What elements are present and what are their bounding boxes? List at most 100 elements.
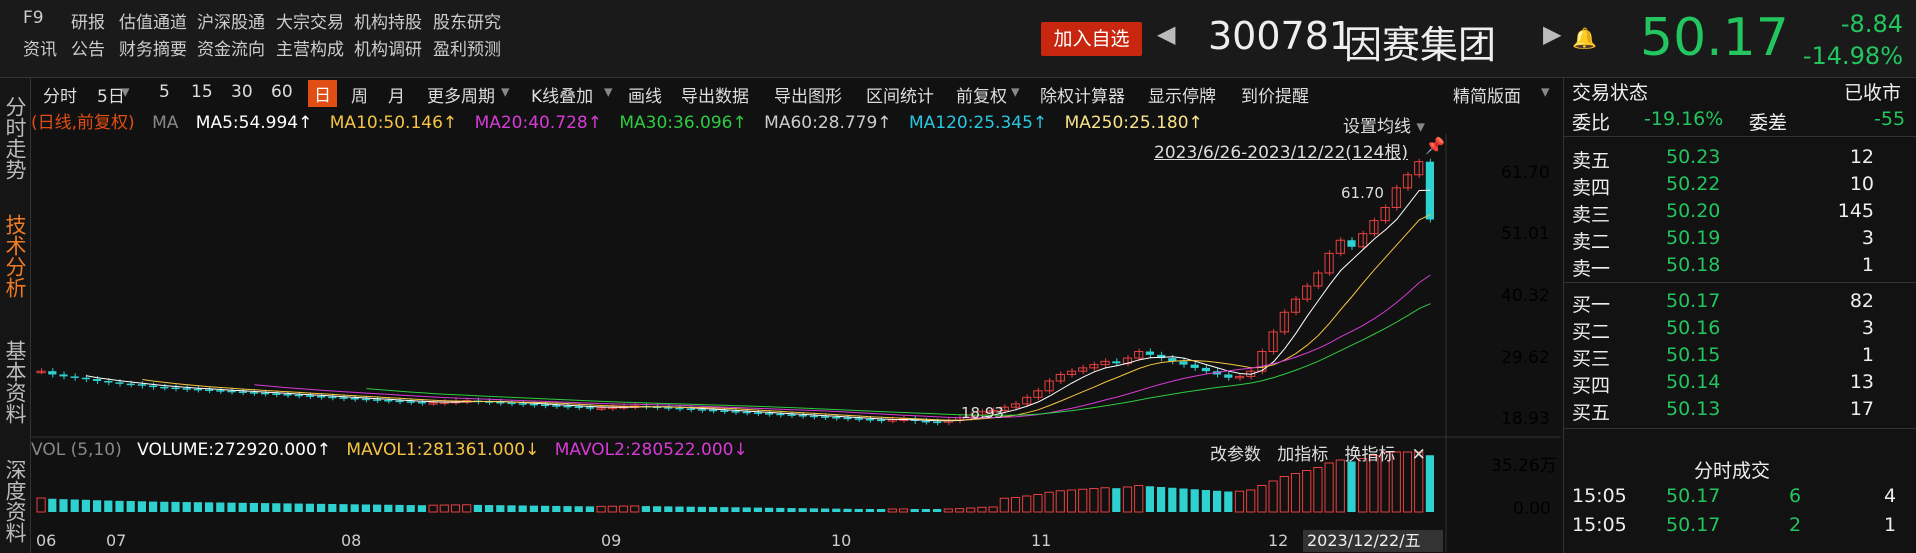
show-suspension-button[interactable]: 显示停牌 [1148,82,1216,107]
volume-bar [439,504,449,513]
volume-bar [496,505,505,512]
nav-research-visit[interactable]: 机构调研 [354,35,422,60]
bid5-price: 50.13 [1666,398,1721,420]
candle [1279,311,1289,333]
nav-f9[interactable]: F9 [23,8,44,28]
candle [1055,373,1065,382]
period-day[interactable]: 日 [308,80,337,107]
volume-bar [1134,485,1144,513]
nav-block-trade[interactable]: 大宗交易 [276,8,344,33]
nav-research[interactable]: 研报 [71,8,105,33]
more-periods-menu[interactable]: 更多周期 [427,82,495,107]
commission-diff-value: -55 [1874,108,1906,130]
volume-bar [485,505,494,512]
candle [70,376,79,378]
nav-hk-connect[interactable]: 沪深股通 [197,8,265,33]
dropdown-icon[interactable]: ▾ [1011,82,1020,102]
edit-params-button[interactable]: 改参数 [1210,445,1261,465]
ma-label: MA [152,113,179,133]
nav-business[interactable]: 主营构成 [276,35,344,60]
volume-bar [1112,488,1121,512]
kline-overlay-menu[interactable]: K线叠加 [531,82,593,107]
dropdown-icon[interactable]: ▾ [501,82,510,102]
candle [305,395,314,397]
add-watchlist-button[interactable]: 加入自选 [1041,22,1142,56]
close-icon[interactable]: ✕ [1412,445,1426,465]
candle [1112,361,1121,364]
candle [328,396,337,399]
tab-deep-info[interactable]: 深度资料 [0,448,30,553]
volume-bar [1157,487,1166,512]
volume-bar [1066,489,1077,513]
ma10-line [142,214,1431,421]
nav-finance[interactable]: 财务摘要 [119,35,187,60]
kline-chart[interactable]: 61.70 51.01 40.32 29.62 18.93 61.70 18.9… [31,134,1561,552]
price-alert-button[interactable]: 到价提醒 [1241,82,1309,107]
candle [1224,374,1233,378]
stock-code: 300781 [1208,14,1354,58]
bell-icon[interactable]: 🔔 [1572,26,1597,50]
range-stats-button[interactable]: 区间统计 [866,82,934,107]
y-tick-2: 51.01 [1501,224,1550,244]
candle [249,392,258,394]
switch-indicator-button[interactable]: 换指标 [1344,445,1395,465]
trade-status-label: 交易状态 [1572,82,1649,104]
nav-valuation[interactable]: 估值通道 [119,8,187,33]
nav-forecast[interactable]: 盈利预测 [433,35,501,60]
volume-bar [450,504,461,513]
ask2-price: 50.19 [1666,227,1721,249]
period-intraday[interactable]: 分时 [43,82,77,107]
candle [563,405,572,408]
nav-institution-holding[interactable]: 机构持股 [354,8,422,33]
candle [395,400,404,403]
export-image-button[interactable]: 导出图形 [774,82,842,107]
volume-bar [317,503,326,512]
candle [93,379,102,381]
bid1-volume: 82 [1849,290,1874,312]
x-tick-07: 07 [106,531,126,550]
candle [753,412,762,414]
volume-bar [462,504,472,513]
period-month[interactable]: 月 [388,82,405,107]
tab-intraday[interactable]: 分时走势 [0,82,30,194]
y-tick-4: 29.62 [1501,348,1550,368]
adjust-menu[interactable]: 前复权 [956,82,1007,107]
volume-bar [720,507,729,512]
trade-status-value: 已收市 [1844,82,1902,104]
period-15min[interactable]: 15 [191,82,213,102]
tick-time: 15:05 [1572,485,1627,507]
dropdown-icon[interactable]: ▾ [1541,82,1550,102]
dropdown-icon[interactable]: ▾ [121,82,130,102]
tab-technical[interactable]: 技术分析 [0,196,30,316]
bid4-price: 50.14 [1666,371,1721,393]
volume-bar [36,497,46,513]
volume-bar [171,501,180,512]
volume-bar [1302,470,1312,513]
candle [1201,367,1210,372]
period-60min[interactable]: 60 [271,82,293,102]
volume-bar [574,506,583,512]
volume-bar [126,501,135,512]
period-30min[interactable]: 30 [231,82,253,102]
volume-bar [618,505,629,513]
volume-bar [1213,490,1222,512]
period-5min[interactable]: 5 [159,82,170,102]
tab-basic-info[interactable]: 基本资料 [0,322,30,442]
nav-announcement[interactable]: 公告 [71,35,105,60]
next-stock-icon[interactable]: ▶ [1543,20,1561,48]
dropdown-icon[interactable]: ▾ [604,82,613,102]
ex-rights-calculator[interactable]: 除权计算器 [1040,82,1125,107]
compact-layout-button[interactable]: 精简版面 [1453,82,1521,107]
volume-bar [1268,480,1278,513]
nav-shareholder[interactable]: 股东研究 [433,8,501,33]
draw-line-button[interactable]: 画线 [628,82,662,107]
x-tick-12: 12 [1268,531,1288,550]
period-week[interactable]: 周 [351,82,368,107]
add-indicator-button[interactable]: 加指标 [1277,445,1328,465]
prev-stock-icon[interactable]: ◀ [1157,20,1175,48]
volume-bar [227,502,236,512]
nav-fund-flow[interactable]: 资金流向 [197,35,265,60]
candle [798,415,807,417]
export-data-button[interactable]: 导出数据 [681,82,749,107]
nav-news[interactable]: 资讯 [23,35,57,60]
